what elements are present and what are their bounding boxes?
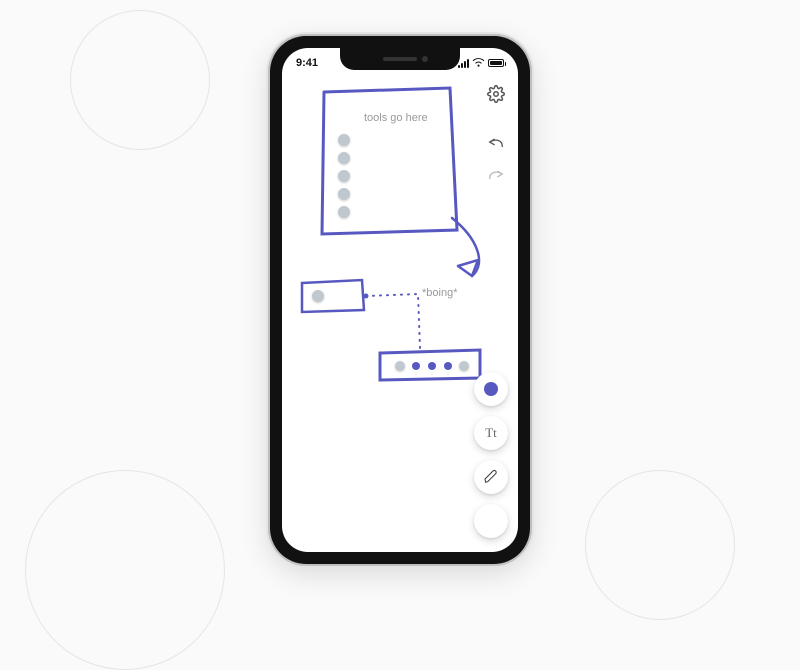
phone-frame: 9:41 xyxy=(270,36,530,564)
canvas-annotation-boing: *boing* xyxy=(422,287,457,299)
text-tool-button[interactable]: Tt xyxy=(474,416,508,450)
color-swatch-icon xyxy=(484,382,498,396)
phone-notch xyxy=(340,48,460,70)
status-time: 9:41 xyxy=(296,57,318,69)
text-tool-label: Tt xyxy=(485,425,497,441)
pen-tool-button[interactable] xyxy=(474,460,508,494)
status-icons xyxy=(458,58,504,68)
color-tool-button[interactable] xyxy=(474,372,508,406)
battery-icon xyxy=(488,59,504,67)
bg-circle-decor xyxy=(25,470,225,670)
signal-icon xyxy=(458,59,469,68)
extra-tool-button[interactable] xyxy=(474,504,508,538)
pen-icon xyxy=(483,469,499,485)
bg-circle-decor xyxy=(70,10,210,150)
wifi-icon xyxy=(472,58,485,68)
canvas-annotation-tools: tools go here xyxy=(364,112,428,124)
app-screen: 9:41 xyxy=(282,48,518,552)
bg-circle-decor xyxy=(585,470,735,620)
